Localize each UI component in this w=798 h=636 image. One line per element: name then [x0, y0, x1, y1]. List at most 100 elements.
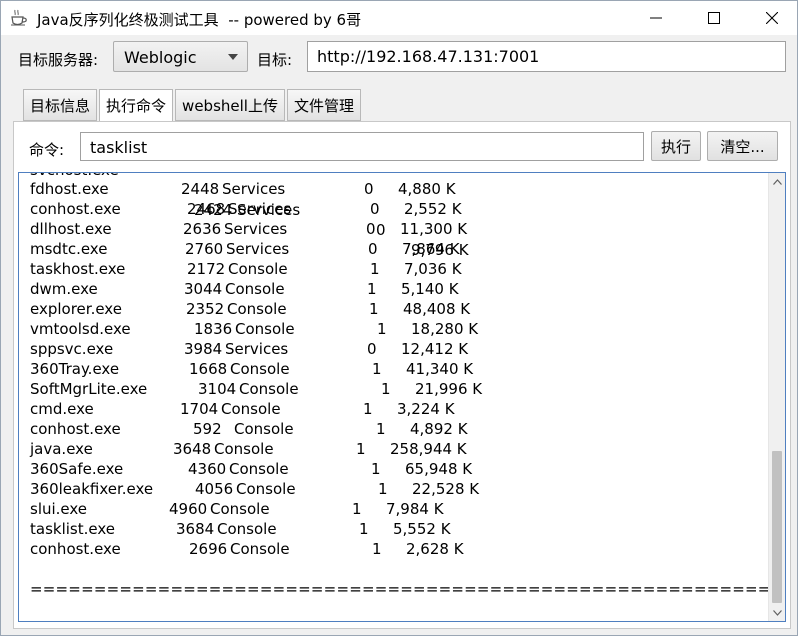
command-label: 命令:: [29, 141, 65, 159]
target-url-input[interactable]: http://192.168.47.131:7001: [307, 41, 786, 72]
process-name: explorer.exe: [30, 300, 122, 318]
memory-usage: 7,036 K: [404, 260, 462, 278]
session-name: Console: [235, 320, 295, 338]
memory-usage: 5,140 K: [401, 280, 459, 298]
session-number: 0: [366, 220, 376, 238]
tab-webshell-upload[interactable]: webshell上传: [175, 89, 285, 121]
process-pid: 2448: [181, 180, 220, 198]
app-window: Java反序列化终极测试工具 -- powered by 6哥 目标服务器: W…: [0, 0, 798, 636]
session-name: Console: [210, 500, 270, 518]
process-name: conhost.exe: [30, 420, 121, 438]
command-panel: 命令: tasklist 执行 清空... svchost.exe 2424 S…: [13, 121, 791, 629]
close-icon: [766, 12, 778, 24]
process-pid: 3648: [173, 440, 212, 458]
tab-target-info[interactable]: 目标信息: [23, 89, 97, 121]
vertical-scrollbar[interactable]: [768, 173, 785, 621]
process-name: tasklist.exe: [30, 520, 115, 538]
title-bar[interactable]: Java反序列化终极测试工具 -- powered by 6哥: [1, 1, 797, 35]
memory-usage: 7,864 K: [402, 240, 460, 258]
session-number: 1: [377, 320, 387, 338]
memory-usage: 18,280 K: [411, 320, 479, 338]
session-name: Services: [224, 220, 288, 238]
memory-usage: 4,892 K: [410, 420, 468, 438]
session-number: 0: [370, 200, 380, 218]
server-label: 目标服务器:: [18, 51, 99, 69]
process-pid: 3044: [184, 280, 223, 298]
server-select[interactable]: Weblogic: [113, 41, 248, 72]
process-name: cmd.exe: [30, 400, 94, 418]
server-select-value: Weblogic: [124, 48, 197, 67]
tab-file-management[interactable]: 文件管理: [287, 89, 361, 121]
process-name: 360Safe.exe: [30, 460, 124, 478]
process-name: slui.exe: [30, 500, 88, 518]
session-name: Services: [228, 200, 292, 218]
process-pid: 1704: [180, 400, 219, 418]
minimize-icon: [650, 12, 662, 24]
memory-usage: 22,528 K: [412, 480, 480, 498]
memory-usage: 21,996 K: [415, 380, 483, 398]
execute-button[interactable]: 执行: [651, 131, 701, 161]
memory-usage: 2,628 K: [406, 540, 464, 558]
session-name: Console: [227, 300, 287, 318]
server-row: 目标服务器: Weblogic 目标: http://192.168.47.13…: [1, 41, 797, 73]
chevron-down-icon: [228, 54, 238, 60]
process-name: vmtoolsd.exe: [30, 320, 131, 338]
process-name: 360Tray.exe: [30, 360, 120, 378]
minimize-button[interactable]: [633, 1, 679, 35]
clear-button[interactable]: 清空...: [707, 131, 778, 161]
session-number: 1: [372, 540, 382, 558]
session-number: 1: [372, 360, 382, 378]
target-label: 目标:: [257, 51, 293, 69]
maximize-button[interactable]: [691, 1, 737, 35]
process-pid: 1836: [194, 320, 233, 338]
session-name: Services: [226, 240, 290, 258]
process-name: dllhost.exe: [30, 220, 112, 238]
process-pid: 2636: [183, 220, 222, 238]
session-name: Console: [225, 280, 285, 298]
process-pid: 2172: [187, 260, 226, 278]
session-number: 1: [363, 400, 373, 418]
session-number: 1: [371, 460, 381, 478]
memory-usage: 258,944 K: [390, 440, 467, 458]
session-name: Console: [230, 540, 290, 558]
memory-usage: 4,880 K: [398, 180, 456, 198]
session-name: Console: [217, 520, 277, 538]
process-name: taskhost.exe: [30, 260, 126, 278]
process-name: sppsvc.exe: [30, 340, 114, 358]
session-number: 1: [359, 520, 369, 538]
memory-usage: 65,948 K: [405, 460, 473, 478]
process-name: SoftMgrLite.exe: [30, 380, 148, 398]
memory-usage: 41,340 K: [406, 360, 474, 378]
memory-usage: 11,300 K: [400, 220, 468, 238]
session-name: Console: [228, 260, 288, 278]
memory-usage: 7,984 K: [386, 500, 444, 518]
scrollbar-thumb[interactable]: [772, 451, 782, 603]
process-pid: 1668: [189, 360, 228, 378]
process-pid: 3104: [198, 380, 237, 398]
session-name: Console: [221, 400, 281, 418]
session-name: Console: [239, 380, 299, 398]
close-button[interactable]: [749, 1, 795, 35]
memory-usage: 5,552 K: [393, 520, 451, 538]
command-input[interactable]: tasklist: [80, 132, 644, 161]
session-number: 0: [368, 240, 378, 258]
scroll-up-arrow-icon[interactable]: [769, 173, 785, 190]
session-number: 0: [364, 180, 374, 198]
process-name: java.exe: [30, 440, 93, 458]
process-pid: 3684: [176, 520, 215, 538]
session-name: Console: [214, 440, 274, 458]
session-number: 1: [352, 500, 362, 518]
process-name: conhost.exe: [30, 200, 121, 218]
tab-execute-command[interactable]: 执行命令: [99, 89, 173, 122]
session-number: 1: [356, 440, 366, 458]
command-output[interactable]: svchost.exe 2424 Services 0 9,796 K fdho…: [18, 172, 786, 622]
session-name: Console: [230, 360, 290, 378]
scroll-down-arrow-icon[interactable]: [769, 604, 785, 621]
memory-usage: 2,552 K: [404, 200, 462, 218]
maximize-icon: [708, 12, 720, 24]
output-separator: ========================================…: [30, 580, 785, 598]
session-name: Console: [236, 480, 296, 498]
process-name: conhost.exe: [30, 540, 121, 558]
memory-usage: 12,412 K: [401, 340, 469, 358]
session-name: Console: [234, 420, 294, 438]
